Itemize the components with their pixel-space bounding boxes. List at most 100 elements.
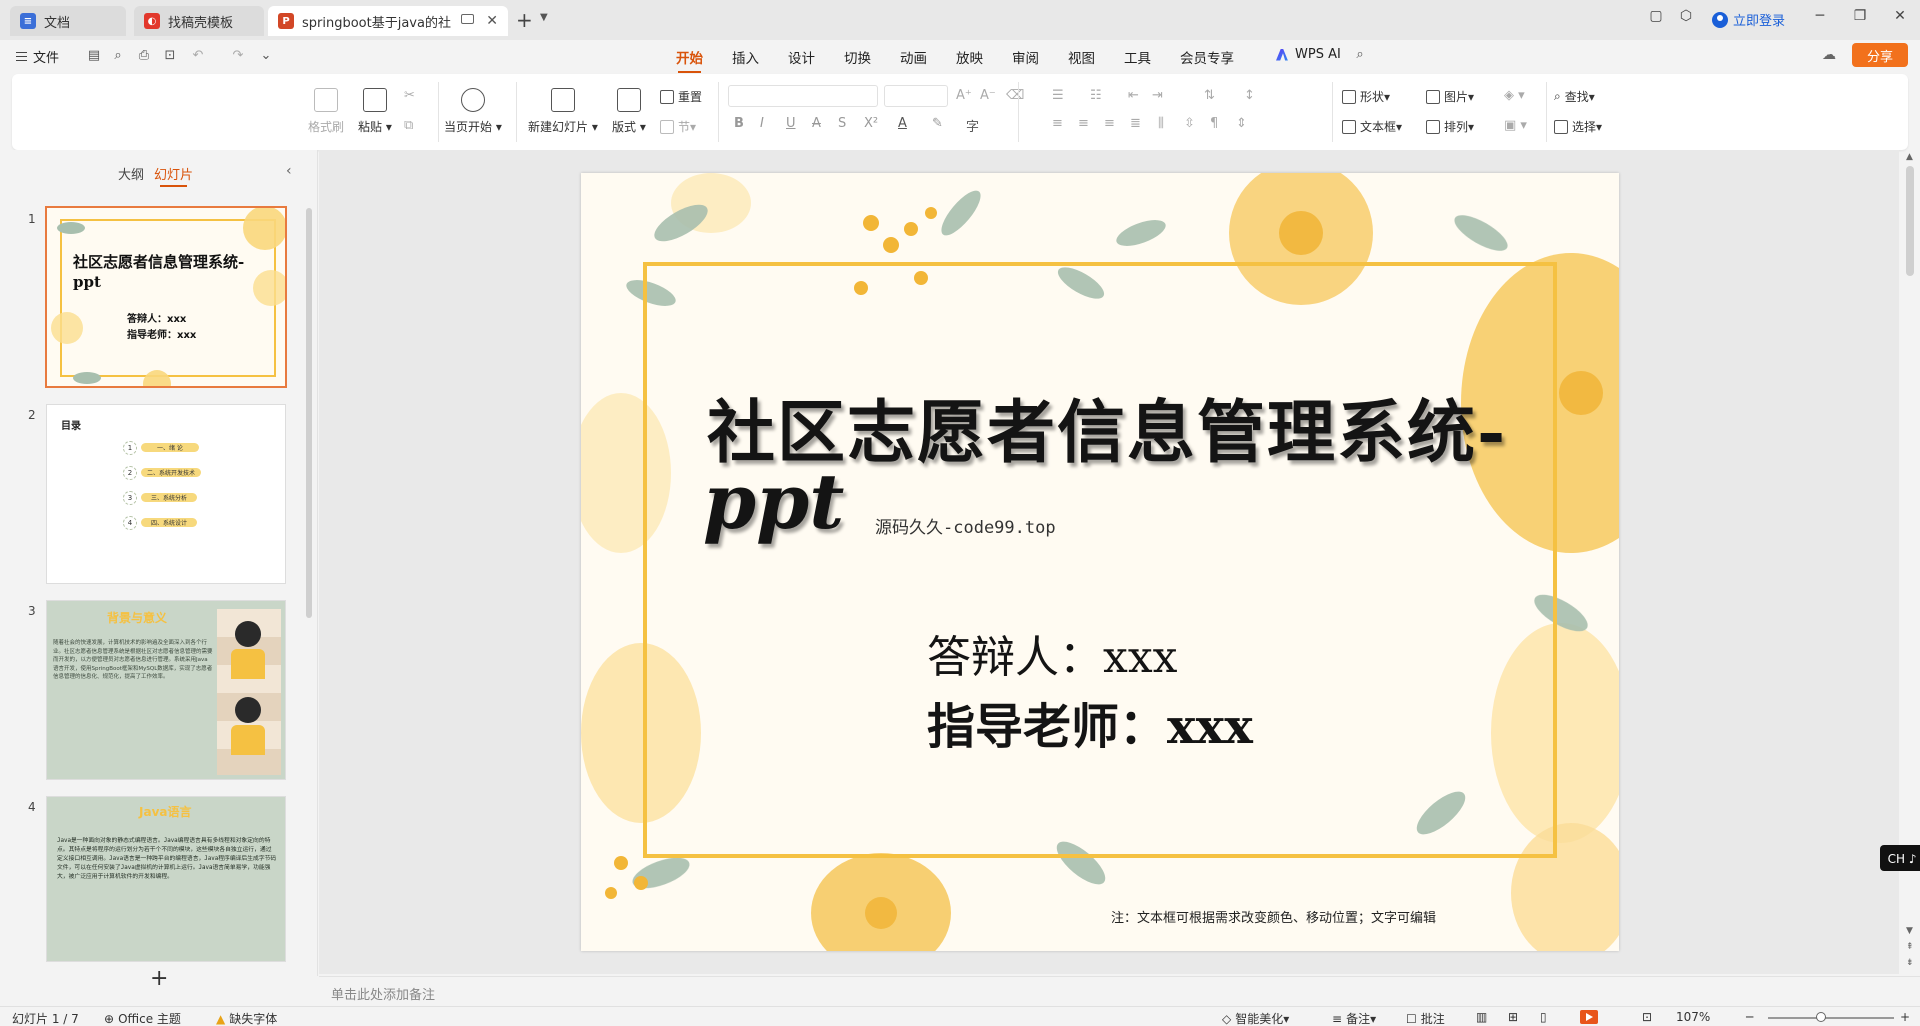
chevron-down-icon[interactable]: ▼ <box>540 12 548 23</box>
numbering-icon[interactable]: ☷ <box>1090 88 1102 103</box>
brush-icon[interactable]: ⌕ <box>110 48 126 64</box>
wps-ai-button[interactable]: WPS AI <box>1276 47 1341 62</box>
new-tab-icon[interactable]: + <box>516 8 533 32</box>
font-size-select[interactable] <box>884 85 948 107</box>
superscript-icon[interactable]: X² <box>864 116 878 131</box>
tab-insert[interactable]: 插入 <box>732 47 759 67</box>
redo-icon[interactable]: ↷ <box>230 48 246 64</box>
font-color-icon[interactable]: A <box>898 116 907 131</box>
clear-format-icon[interactable]: ⌫ <box>1006 88 1024 103</box>
play-slideshow-icon[interactable] <box>1580 1010 1598 1024</box>
notes-toggle-button[interactable]: ≡ 备注 ▾ <box>1332 1010 1376 1026</box>
tab-transition[interactable]: 切换 <box>844 47 871 67</box>
collapse-panel-icon[interactable]: ‹ <box>286 163 292 179</box>
smart-beautify-button[interactable]: ◇ 智能美化 ▾ <box>1222 1010 1289 1026</box>
close-window-icon[interactable]: ✕ <box>1890 8 1910 24</box>
missing-font-button[interactable]: ▲ 缺失字体 <box>216 1010 277 1026</box>
slide-title-ppt[interactable]: ppt <box>703 457 844 546</box>
next-slide-icon[interactable]: ⇟ <box>1906 958 1914 968</box>
defender-text[interactable]: 答辩人：xxx <box>927 621 1177 685</box>
scroll-up-icon[interactable]: ▲ <box>1906 152 1913 162</box>
arrange-button[interactable]: 排列 ▾ <box>1426 118 1474 135</box>
tab-slides[interactable]: 幻灯片 <box>154 164 193 187</box>
advisor-text[interactable]: 指导老师：xxx <box>927 687 1253 757</box>
slide-note-text[interactable]: 注：文本框可根据需求改变颜色、移动位置；文字可编辑 <box>1111 907 1436 926</box>
justify-icon[interactable]: ≣ <box>1130 116 1141 131</box>
fill-icon[interactable]: ◈ ▾ <box>1504 88 1525 103</box>
slide-thumbnail-4[interactable]: Java语言 Java是一种面向对象的静态式编程语言。Java编程语言具有多线程… <box>46 796 286 962</box>
shape-button[interactable]: 形状 ▾ <box>1342 88 1390 105</box>
reset-button[interactable]: 重置 <box>660 88 702 105</box>
close-icon[interactable]: ✕ <box>486 13 498 29</box>
fit-window-icon[interactable]: ⊡ <box>1642 1010 1652 1024</box>
tab-templates[interactable]: ◐ 找稿壳模板 <box>134 6 264 36</box>
zoom-in-icon[interactable]: + <box>1900 1010 1910 1024</box>
bullets-icon[interactable]: ☰ <box>1052 88 1064 103</box>
tab-animation[interactable]: 动画 <box>900 47 927 67</box>
columns-icon[interactable]: ⫼ <box>1158 116 1164 131</box>
minimize-icon[interactable]: ─ <box>1810 8 1830 24</box>
ime-indicator[interactable]: CH ♪ 简 <box>1880 845 1920 871</box>
zoom-slider-handle[interactable] <box>1816 1012 1826 1022</box>
slide-source-text[interactable]: 源码久久-code99.top <box>875 513 1056 538</box>
theme-button[interactable]: ⊕ Office 主题 <box>104 1010 181 1026</box>
zoom-slider[interactable] <box>1768 1017 1894 1019</box>
zoom-out-icon[interactable]: ─ <box>1746 1010 1753 1024</box>
comments-button[interactable]: ☐ 批注 <box>1406 1010 1445 1026</box>
distribute-icon[interactable]: ⇳ <box>1184 116 1195 131</box>
slide-thumbnail-1[interactable]: 社区志愿者信息管理系统-ppt 答辩人：xxx 指导老师：xxx <box>45 206 287 388</box>
restore-icon[interactable]: ❐ <box>1850 8 1870 24</box>
tab-presentation[interactable]: P springboot基于java的社区志愿者… ✕ <box>268 6 508 36</box>
picture-button[interactable]: 图片 ▾ <box>1426 88 1474 105</box>
login-button[interactable]: 立即登录 <box>1712 10 1785 29</box>
reading-view-icon[interactable]: ▯ <box>1540 1010 1547 1024</box>
file-menu[interactable]: 文件 <box>16 47 59 66</box>
share-button[interactable]: 分享 <box>1852 43 1908 67</box>
grow-font-icon[interactable]: A⁺ <box>956 88 972 103</box>
new-slide-button[interactable]: 新建幻灯片 ▾ <box>528 88 598 135</box>
normal-view-icon[interactable]: ▥ <box>1476 1010 1487 1024</box>
search-icon[interactable]: ⌕ <box>1352 47 1368 63</box>
paste-button[interactable]: 粘贴 ▾ <box>358 88 392 135</box>
zoom-level[interactable]: 107% <box>1676 1010 1710 1024</box>
bold-icon[interactable]: B <box>734 116 744 131</box>
tab-tools[interactable]: 工具 <box>1124 47 1151 67</box>
text-direction-icon[interactable]: ⇅ <box>1204 88 1215 103</box>
align-right-icon[interactable]: ≡ <box>1104 116 1115 131</box>
tab-docs[interactable]: ≡ 文档 <box>10 6 126 36</box>
indent-icon[interactable]: ⇥ <box>1152 88 1163 103</box>
paragraph-icon[interactable]: ¶ <box>1210 116 1218 131</box>
notes-pane[interactable]: 单击此处添加备注 <box>319 976 1920 1006</box>
line-spacing-icon[interactable]: ↕ <box>1244 88 1255 103</box>
shadow-icon[interactable]: S <box>838 116 846 131</box>
slide-thumbnail-3[interactable]: 背景与意义 随着社会的快速发展，计算机技术的影响遍及全面深入到各个行业。社区志愿… <box>46 600 286 780</box>
more-dropdown-icon[interactable]: ⌄ <box>258 48 274 64</box>
play-from-current-button[interactable]: 当页开始 ▾ <box>444 88 502 135</box>
underline-icon[interactable]: U <box>786 116 796 131</box>
format-painter-button[interactable]: 格式刷 <box>308 88 344 135</box>
window-layout-icon[interactable]: ▢ <box>1646 8 1666 24</box>
cloud-upload-icon[interactable]: ☁ <box>1822 47 1836 63</box>
section-button[interactable]: 节 ▾ <box>660 118 696 135</box>
highlight-icon[interactable]: ✎ <box>932 116 943 131</box>
align-center-icon[interactable]: ≡ <box>1078 116 1089 131</box>
layout-button[interactable]: 版式 ▾ <box>612 88 646 135</box>
print-preview-icon[interactable]: ⊡ <box>162 48 178 64</box>
add-slide-icon[interactable]: + <box>150 966 168 991</box>
strike-icon[interactable]: A <box>812 116 821 131</box>
align-left-icon[interactable]: ≡ <box>1052 116 1063 131</box>
canvas-scrollbar[interactable] <box>1906 166 1914 276</box>
tab-member[interactable]: 会员专享 <box>1180 47 1234 67</box>
print-icon[interactable]: ⎙ <box>136 48 152 64</box>
outline-icon[interactable]: ▣ ▾ <box>1504 118 1527 133</box>
scroll-down-icon[interactable]: ▼ <box>1906 926 1913 936</box>
cut-icon[interactable]: ✂ <box>404 88 415 103</box>
tab-outline[interactable]: 大纲 <box>118 164 144 183</box>
sorter-view-icon[interactable]: ⊞ <box>1508 1010 1518 1024</box>
screen-icon[interactable] <box>461 14 474 24</box>
tab-slideshow[interactable]: 放映 <box>956 47 983 67</box>
undo-icon[interactable]: ↶ <box>190 48 206 64</box>
prev-slide-icon[interactable]: ⇞ <box>1906 942 1914 952</box>
outdent-icon[interactable]: ⇤ <box>1128 88 1139 103</box>
tab-home[interactable]: 开始 <box>676 47 703 73</box>
